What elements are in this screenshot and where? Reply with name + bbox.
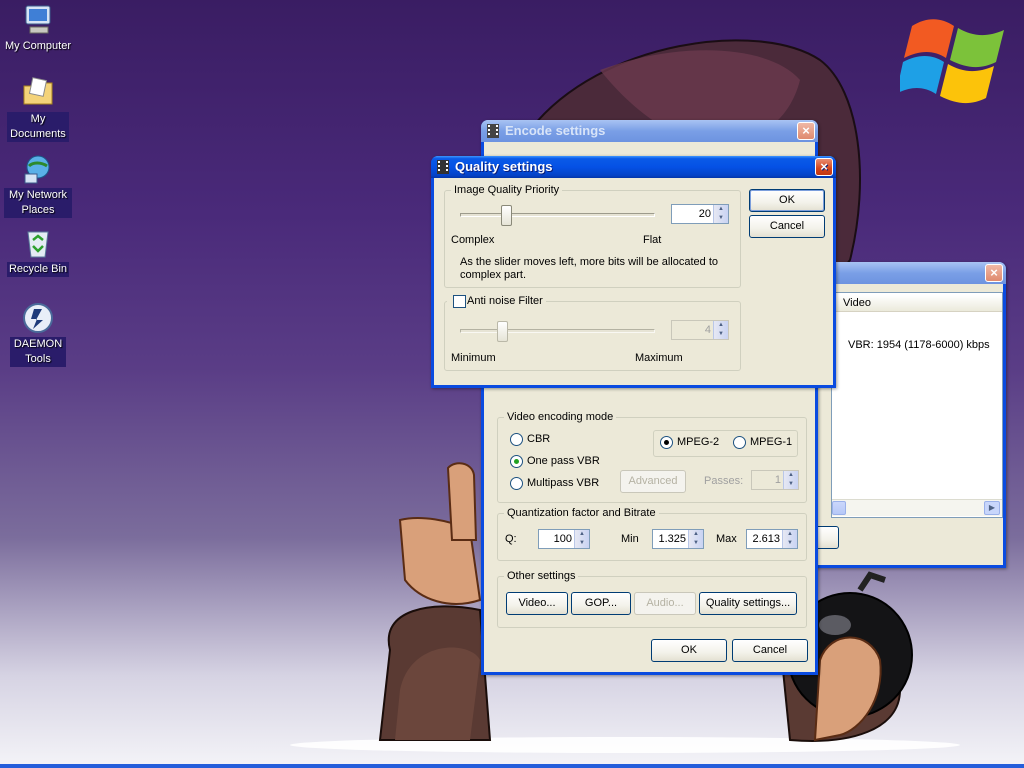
spinner-arrows-icon[interactable]: ▲ ▼ (713, 205, 728, 223)
spinner-arrows-icon[interactable]: ▲ ▼ (574, 530, 589, 548)
film-icon (437, 160, 449, 174)
desktop-icon-my-computer[interactable]: My Computer (1, 3, 75, 54)
quality-ok-button[interactable]: OK (749, 189, 825, 212)
multipass-vbr-label[interactable]: Multipass VBR (527, 477, 599, 490)
minimum-label: Minimum (451, 352, 496, 364)
desktop-icon-label: My Documents (7, 112, 69, 142)
list-header[interactable]: Video (832, 295, 1002, 312)
encode-cancel-button[interactable]: Cancel (732, 639, 808, 662)
anti-noise-filter-group: Anti noise Filter 4 ▲ ▼ Minimum Maximum (444, 294, 741, 371)
flat-label: Flat (643, 234, 662, 246)
anti-noise-filter-label[interactable]: Anti noise Filter (467, 295, 543, 307)
priority-description-line2: complex part. (460, 269, 527, 281)
desktop-icon-label: My Network Places (4, 188, 72, 218)
priority-description-line1: As the slider moves left, more bits will… (460, 256, 719, 268)
cbr-label[interactable]: CBR (527, 433, 550, 446)
advanced-button[interactable]: Advanced (620, 470, 686, 493)
group-label: Other settings (504, 569, 579, 583)
passes-value: 1 (774, 474, 781, 486)
max-value: 2.613 (752, 533, 780, 545)
mpeg1-label[interactable]: MPEG-1 (750, 436, 792, 449)
priority-slider-track[interactable] (460, 213, 655, 217)
quantization-group: Quantization factor and Bitrate Q: 100 ▲… (497, 506, 807, 561)
image-quality-priority-group: Image Quality Priority 20 ▲ ▼ Complex Fla… (444, 183, 741, 288)
video-encoding-mode-group: Video encoding mode CBR One pass VBR Mul… (497, 410, 807, 503)
close-icon[interactable]: × (815, 158, 833, 176)
group-label: Quantization factor and Bitrate (504, 506, 659, 520)
priority-value: 20 (698, 208, 711, 220)
horizontal-scrollbar[interactable]: ▶ (832, 499, 1002, 516)
close-icon[interactable]: × (985, 264, 1003, 282)
noise-spinner[interactable]: 4 ▲ ▼ (671, 320, 729, 340)
quality-cancel-button[interactable]: Cancel (749, 215, 825, 238)
windows-logo (900, 19, 1004, 104)
desktop-icon-label: DAEMON Tools (10, 337, 66, 367)
desktop-icon-label: Recycle Bin (6, 262, 70, 277)
desktop-icon-label: My Computer (4, 40, 72, 52)
daemon-tools-icon (23, 303, 53, 333)
recycle-bin-icon (27, 231, 49, 258)
one-pass-vbr-label[interactable]: One pass VBR (527, 455, 600, 468)
mpeg2-label[interactable]: MPEG-2 (677, 436, 719, 449)
priority-spinner[interactable]: 20 ▲ ▼ (671, 204, 729, 224)
min-spinner[interactable]: 1.325 ▲ ▼ (652, 529, 704, 549)
network-icon (24, 155, 50, 184)
other-settings-group: Other settings Video... GOP... Audio... … (497, 569, 807, 628)
scrollbar-thumb[interactable] (832, 501, 846, 515)
desktop-icon-daemon-tools[interactable]: DAEMON Tools (1, 301, 75, 367)
q-spinner[interactable]: 100 ▲ ▼ (538, 529, 590, 549)
spinner-arrows-icon[interactable]: ▲ ▼ (783, 471, 798, 489)
max-label: Max (716, 533, 737, 545)
noise-slider-thumb[interactable] (497, 321, 508, 342)
list-row[interactable]: VBR: 1954 (1178-6000) kbps (848, 339, 990, 352)
cbr-radio[interactable] (510, 433, 523, 446)
close-icon[interactable]: × (797, 122, 815, 140)
complex-label: Complex (451, 234, 495, 246)
spinner-arrows-icon[interactable]: ▲ ▼ (713, 321, 728, 339)
audio-button[interactable]: Audio... (634, 592, 696, 615)
gop-button[interactable]: GOP... (571, 592, 631, 615)
one-pass-vbr-radio[interactable] (510, 455, 523, 468)
min-value: 1.325 (658, 533, 686, 545)
quality-settings-window[interactable]: Quality settings × Image Quality Priorit… (431, 156, 836, 388)
noise-slider-track[interactable] (460, 329, 655, 333)
max-spinner[interactable]: 2.613 ▲ ▼ (746, 529, 798, 549)
mpeg2-radio[interactable] (660, 436, 673, 449)
video-settings-button[interactable]: Video... (506, 592, 568, 615)
multipass-vbr-radio[interactable] (510, 477, 523, 490)
scroll-right-icon[interactable]: ▶ (984, 501, 1000, 515)
group-label: Video encoding mode (504, 410, 617, 424)
taskbar-edge (0, 764, 1024, 768)
anti-noise-filter-checkbox[interactable] (453, 295, 466, 308)
list-header-video: Video (843, 297, 871, 309)
background-list[interactable]: Video VBR: 1954 (1178-6000) kbps ▶ (831, 292, 1003, 518)
passes-spinner[interactable]: 1 ▲ ▼ (751, 470, 799, 490)
quality-settings-titlebar[interactable]: Quality settings × (431, 156, 836, 178)
background-button[interactable] (815, 526, 839, 549)
film-icon (487, 124, 499, 138)
mpeg1-radio[interactable] (733, 436, 746, 449)
desktop-icon-my-documents[interactable]: My Documents (1, 76, 75, 142)
q-value: 100 (553, 533, 572, 545)
priority-slider-thumb[interactable] (501, 205, 512, 226)
desktop-icon-my-network-places[interactable]: My Network Places (1, 152, 75, 218)
group-label: Image Quality Priority (451, 183, 563, 197)
encode-settings-titlebar[interactable]: Encode settings × (481, 120, 818, 142)
passes-label: Passes: (704, 475, 744, 487)
documents-folder-icon (23, 77, 53, 105)
spinner-arrows-icon[interactable]: ▲ ▼ (782, 530, 797, 548)
quality-settings-button[interactable]: Quality settings... (699, 592, 797, 615)
desktop-icon-recycle-bin[interactable]: Recycle Bin (1, 226, 75, 277)
min-label: Min (621, 533, 639, 545)
quality-settings-title: Quality settings (455, 159, 553, 174)
maximum-label: Maximum (635, 352, 683, 364)
noise-value: 4 (704, 324, 711, 336)
spinner-arrows-icon[interactable]: ▲ ▼ (688, 530, 703, 548)
encode-ok-button[interactable]: OK (651, 639, 727, 662)
encode-settings-title: Encode settings (505, 123, 606, 138)
computer-icon (25, 5, 51, 34)
q-label: Q: (505, 533, 517, 545)
